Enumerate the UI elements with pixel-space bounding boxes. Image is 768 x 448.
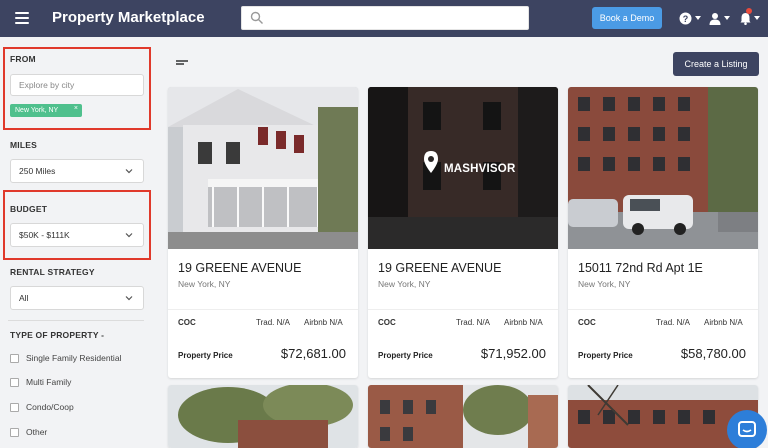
checkbox[interactable] xyxy=(10,427,19,437)
option-label: Multi Family xyxy=(26,377,72,387)
search-bar[interactable] xyxy=(241,6,529,30)
property-card[interactable] xyxy=(168,385,358,448)
book-demo-button[interactable]: Book a Demo xyxy=(592,7,662,29)
notifications-menu[interactable] xyxy=(740,8,760,27)
miles-value: 250 Miles xyxy=(19,166,56,176)
create-listing-button[interactable]: Create a Listing xyxy=(673,52,759,76)
user-icon xyxy=(709,12,721,25)
help-icon: ? xyxy=(679,12,692,24)
chevron-down-icon xyxy=(125,169,133,174)
chevron-down-icon xyxy=(125,296,133,301)
property-card[interactable]: 15011 72nd Rd Apt 1E New York, NY COC Tr… xyxy=(568,87,758,378)
divider xyxy=(168,309,358,310)
price-label: Property Price xyxy=(178,351,233,360)
city-chip: New York, NY × xyxy=(10,104,82,117)
svg-text:?: ? xyxy=(683,14,689,24)
divider xyxy=(568,309,758,310)
property-type-option[interactable]: Other xyxy=(10,427,47,437)
chat-widget-button[interactable] xyxy=(727,410,767,448)
property-address: 19 GREENE AVENUE xyxy=(178,261,302,275)
chevron-down-icon xyxy=(754,16,760,20)
chat-icon xyxy=(738,421,756,437)
property-type-option[interactable]: Condo/Coop xyxy=(10,402,74,412)
from-title: FROM xyxy=(10,54,36,64)
property-price: $71,952.00 xyxy=(480,346,546,361)
sort-icon[interactable] xyxy=(176,60,188,68)
property-city: New York, NY xyxy=(378,279,431,289)
notification-badge xyxy=(746,8,752,14)
close-icon[interactable]: × xyxy=(74,105,78,112)
help-menu[interactable]: ? xyxy=(679,9,701,27)
trad-value: Trad. N/A xyxy=(656,318,690,327)
property-card[interactable]: 19 GREENE AVENUE New York, NY COC Trad. … xyxy=(168,87,358,378)
property-card[interactable] xyxy=(368,385,558,448)
menu-icon[interactable] xyxy=(15,12,29,24)
budget-title: BUDGET xyxy=(10,204,48,214)
property-photo xyxy=(568,87,758,249)
property-photo xyxy=(168,87,358,249)
rental-strategy-value: All xyxy=(19,293,29,303)
airbnb-value: Airbnb N/A xyxy=(304,318,343,327)
price-label: Property Price xyxy=(378,351,433,360)
coc-label: COC xyxy=(378,318,396,327)
coc-label: COC xyxy=(578,318,596,327)
checkbox[interactable] xyxy=(10,402,19,412)
rental-strategy-select[interactable]: All xyxy=(10,286,144,310)
property-type-option[interactable]: Multi Family xyxy=(10,377,71,387)
top-navbar: Property Marketplace Book a Demo ? xyxy=(0,0,768,37)
property-photo xyxy=(168,385,358,448)
search-input[interactable] xyxy=(270,10,520,26)
search-icon xyxy=(250,11,263,24)
coc-label: COC xyxy=(178,318,196,327)
checkbox[interactable] xyxy=(10,353,19,363)
property-type-title: TYPE OF PROPERTY - xyxy=(10,330,105,340)
city-search-input[interactable] xyxy=(10,74,144,96)
trad-value: Trad. N/A xyxy=(456,318,490,327)
airbnb-value: Airbnb N/A xyxy=(504,318,543,327)
property-card[interactable]: MASHVISOR 19 GREENE AVENUE New York, NY … xyxy=(368,87,558,378)
price-label: Property Price xyxy=(578,351,633,360)
budget-value: $50K - $111K xyxy=(19,230,70,240)
divider xyxy=(368,309,558,310)
chevron-down-icon xyxy=(724,16,730,20)
app-title: Property Marketplace xyxy=(52,9,205,26)
chevron-down-icon xyxy=(695,16,701,20)
property-price: $58,780.00 xyxy=(680,346,746,361)
property-address: 19 GREENE AVENUE xyxy=(378,261,502,275)
rental-strategy-title: RENTAL STRATEGY xyxy=(10,267,95,277)
property-city: New York, NY xyxy=(178,279,231,289)
property-photo xyxy=(368,385,558,448)
miles-select[interactable]: 250 Miles xyxy=(10,159,144,183)
property-type-option[interactable]: Single Family Residential xyxy=(10,353,121,363)
budget-select[interactable]: $50K - $111K xyxy=(10,223,144,247)
trad-value: Trad. N/A xyxy=(256,318,290,327)
user-menu[interactable] xyxy=(709,9,730,27)
option-label: Other xyxy=(26,427,48,437)
property-city: New York, NY xyxy=(578,279,631,289)
chevron-down-icon xyxy=(125,233,133,238)
divider xyxy=(8,320,144,321)
option-label: Condo/Coop xyxy=(26,402,74,412)
property-price: $72,681.00 xyxy=(280,346,346,361)
watermark-logo: MASHVISOR xyxy=(444,163,516,175)
property-address: 15011 72nd Rd Apt 1E xyxy=(578,261,703,275)
city-chip-label: New York, NY xyxy=(15,107,59,114)
option-label: Single Family Residential xyxy=(26,353,122,363)
miles-title: MILES xyxy=(10,140,37,150)
checkbox[interactable] xyxy=(10,377,19,387)
airbnb-value: Airbnb N/A xyxy=(704,318,743,327)
